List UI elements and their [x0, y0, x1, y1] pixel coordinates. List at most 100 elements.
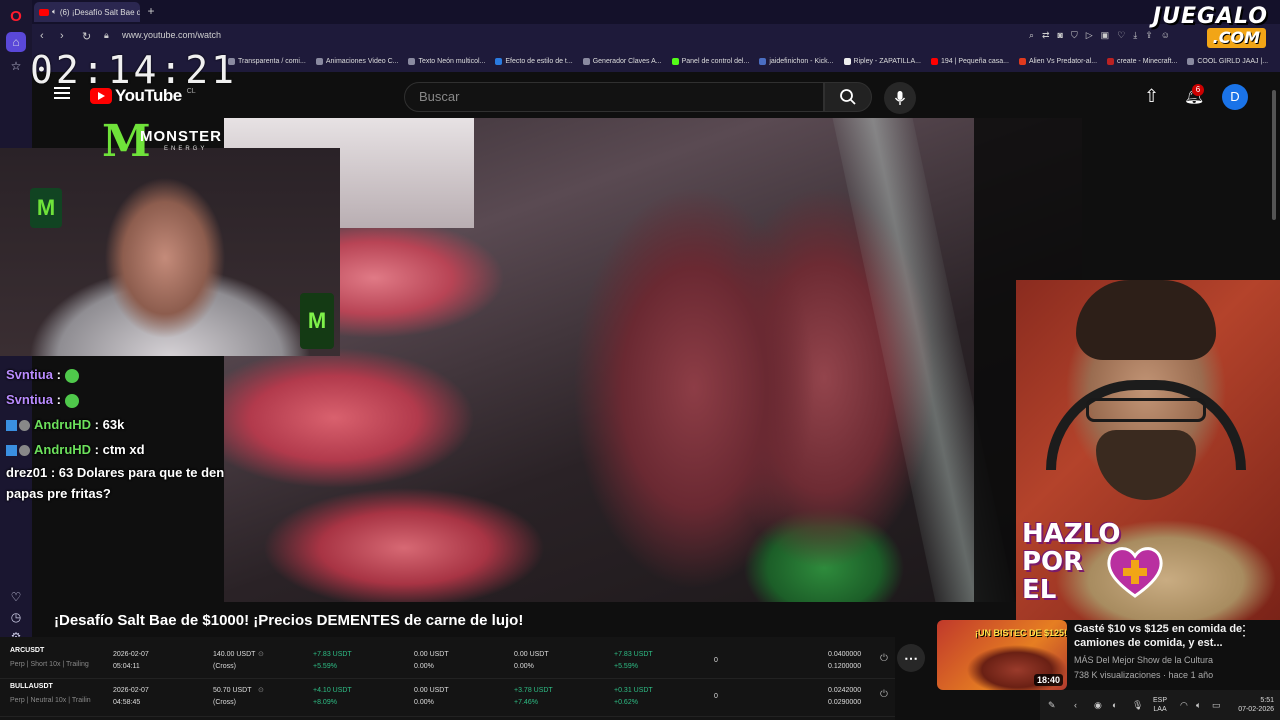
- chat-user: Svntiua: [6, 392, 53, 407]
- chat-message: drez01 : 63 Dolares para que te den papa…: [0, 462, 232, 504]
- battery-icon[interactable]: ▭: [1212, 700, 1221, 711]
- zoom-icon[interactable]: ⌕: [1029, 30, 1034, 41]
- upload-icon[interactable]: ⇧: [1144, 86, 1159, 107]
- position-pnl: +7.83 USDT: [614, 651, 653, 658]
- trading-positions-panel: ARCUSDT Perp | Short 10x | Trailing 2026…: [0, 637, 895, 720]
- search-input[interactable]: Buscar: [404, 82, 824, 112]
- watermark-bottom-text: .COM: [1206, 28, 1266, 48]
- bookmark-item[interactable]: Ripley - ZAPATILLA...: [843, 57, 921, 65]
- trading-row[interactable]: BULLAUSDT Perp | Neutral 10x | Trailin 2…: [0, 679, 895, 717]
- search-button[interactable]: [824, 82, 872, 112]
- recommended-video[interactable]: ¡UN BISTEC DE $125! 18:40 Gasté $10 vs $…: [937, 620, 1267, 690]
- bookmark-item[interactable]: 194 | Pequeña casa...: [930, 57, 1009, 65]
- chat-message: AndruHD : ctm xd: [0, 437, 232, 462]
- voice-search-button[interactable]: [884, 82, 916, 114]
- bookmark-item[interactable]: create - Minecraft...: [1107, 57, 1177, 65]
- video-thumbnail[interactable]: ¡UN BISTEC DE $125! 18:40: [937, 620, 1067, 690]
- position-value-pct: 0.00%: [414, 699, 434, 706]
- juegalo-watermark: JUEGALO .COM: [1108, 4, 1268, 50]
- avatar-beard: [1096, 430, 1196, 500]
- bookmark-icon: [930, 57, 938, 65]
- kebab-menu-icon[interactable]: ⋮: [1237, 622, 1251, 639]
- heart-icon[interactable]: ♡: [6, 587, 26, 607]
- address-bar: ‹ › ↻ 🔒︎ www.youtube.com/watch ⌕ ⇄ ◙ ⛉ ▷…: [32, 24, 1280, 50]
- badge-icon: [19, 420, 30, 432]
- camera-icon[interactable]: ◙: [1058, 30, 1063, 41]
- screen: O ⌂ ☆ ♡ ◷ ⚙ 🔈︎ (6) ¡Desafío Salt Bae d +…: [0, 0, 1280, 720]
- avatar-hair: [1076, 280, 1216, 360]
- volume-icon[interactable]: 🔈︎: [1196, 700, 1201, 711]
- info-icon[interactable]: ⊙: [258, 685, 264, 697]
- position-symbol: BULLAUSDT: [10, 683, 53, 690]
- star-icon[interactable]: ☆: [6, 56, 26, 76]
- microphone-icon: [894, 91, 906, 105]
- position-detail: Perp | Neutral 10x | Trailin: [10, 697, 91, 704]
- tab-youtube[interactable]: 🔈︎ (6) ¡Desafío Salt Bae d: [34, 2, 140, 22]
- info-icon[interactable]: ⊙: [258, 649, 264, 661]
- language-indicator[interactable]: ESP LAA: [1153, 696, 1167, 714]
- video-player[interactable]: [224, 118, 1082, 602]
- more-actions-button[interactable]: ⋯: [897, 644, 925, 672]
- position-amount: 140.00 USDT: [213, 651, 256, 658]
- url-field[interactable]: www.youtube.com/watch: [122, 30, 221, 40]
- position-price: 0.1200000: [828, 663, 862, 670]
- bookmark-item[interactable]: Panel de control del...: [671, 57, 749, 65]
- power-icon[interactable]: ⏻: [880, 689, 888, 700]
- position-price: 0.0400000: [828, 651, 862, 658]
- tab-bar: 🔈︎ (6) ¡Desafío Salt Bae d +: [32, 0, 1280, 24]
- glasses-icon: [1086, 398, 1206, 422]
- speaker-icon[interactable]: 🔈︎: [52, 7, 57, 17]
- chevron-left-icon[interactable]: ‹: [1074, 700, 1077, 710]
- bookmark-icon: [843, 57, 851, 65]
- bookmark-item[interactable]: Transparenta / comi...: [228, 57, 306, 65]
- badge-icon: [6, 420, 17, 432]
- forward-icon[interactable]: ›: [60, 30, 64, 42]
- bookmark-item[interactable]: COOL GIRLD JAAJ |...: [1187, 57, 1268, 65]
- bookmark-item[interactable]: Alien Vs Predator-al...: [1018, 57, 1097, 65]
- position-pnl-pct: +0.62%: [614, 699, 638, 706]
- new-tab-button[interactable]: +: [144, 4, 158, 18]
- app-tray-icon[interactable]: ◐: [1112, 700, 1117, 710]
- watermark-top-text: JUEGALO: [1152, 4, 1268, 29]
- scrollbar[interactable]: [1272, 90, 1276, 220]
- stream-chat: Svntiua : Svntiua : AndruHD : 63k AndruH…: [0, 362, 232, 504]
- video-duration: 18:40: [1033, 674, 1063, 686]
- home-icon[interactable]: ⌂: [6, 32, 26, 52]
- avatar[interactable]: D: [1222, 84, 1248, 110]
- pen-icon[interactable]: ✎: [1048, 700, 1056, 711]
- translate-icon[interactable]: ⇄: [1042, 30, 1050, 41]
- browser-sidebar: O ⌂ ☆ ♡ ◷ ⚙: [0, 0, 32, 720]
- wifi-icon[interactable]: ◠: [1180, 700, 1188, 711]
- shield-icon[interactable]: ⛉: [1071, 30, 1078, 41]
- bookmark-item[interactable]: jaidefinichon - Kick...: [759, 57, 834, 65]
- bookmark-item[interactable]: Generador Claves A...: [582, 57, 662, 65]
- trading-row[interactable]: ARCUSDT Perp | Short 10x | Trailing 2026…: [0, 641, 895, 679]
- streamer-webcam: M M: [0, 148, 340, 356]
- reload-icon[interactable]: ↻: [82, 30, 91, 43]
- monster-brand-text: MONSTER: [140, 128, 222, 145]
- bookmark-item[interactable]: Efecto de estilo de t...: [495, 57, 573, 65]
- back-icon[interactable]: ‹: [40, 30, 44, 42]
- play-icon[interactable]: ▷: [1086, 30, 1093, 41]
- badge-icon: [19, 445, 30, 457]
- position-detail: Perp | Short 10x | Trailing: [10, 661, 89, 668]
- system-clock[interactable]: 5:51 07-02-2026: [1228, 696, 1274, 714]
- badge-icon: [6, 445, 17, 457]
- history-icon[interactable]: ◷: [6, 607, 26, 627]
- notification-badge: 6: [1192, 84, 1204, 96]
- recommended-channel[interactable]: MÁS Del Mejor Show de la Cultura: [1074, 655, 1213, 665]
- app-tray-icon[interactable]: ◉: [1094, 700, 1102, 711]
- microphone-tray-icon[interactable]: 🎙︎: [1132, 700, 1143, 711]
- position-price: 0.0290000: [828, 699, 862, 706]
- recommended-title[interactable]: Gasté $10 vs $125 en comida de camiones …: [1074, 622, 1244, 650]
- power-icon[interactable]: ⏻: [880, 653, 888, 664]
- bookmark-icon: [759, 57, 767, 65]
- monster-can-icon: M: [30, 188, 62, 228]
- position-pnl-pct: +5.59%: [313, 663, 337, 670]
- chat-user: AndruHD: [34, 442, 92, 457]
- position-mode: (Cross): [213, 699, 236, 706]
- bookmark-item[interactable]: Texto Neón multicol...: [408, 57, 485, 65]
- bookmark-item[interactable]: Animaciones Video C...: [315, 57, 398, 65]
- opera-logo-icon[interactable]: O: [6, 6, 26, 26]
- stream-clock: 02:14:21: [30, 48, 238, 92]
